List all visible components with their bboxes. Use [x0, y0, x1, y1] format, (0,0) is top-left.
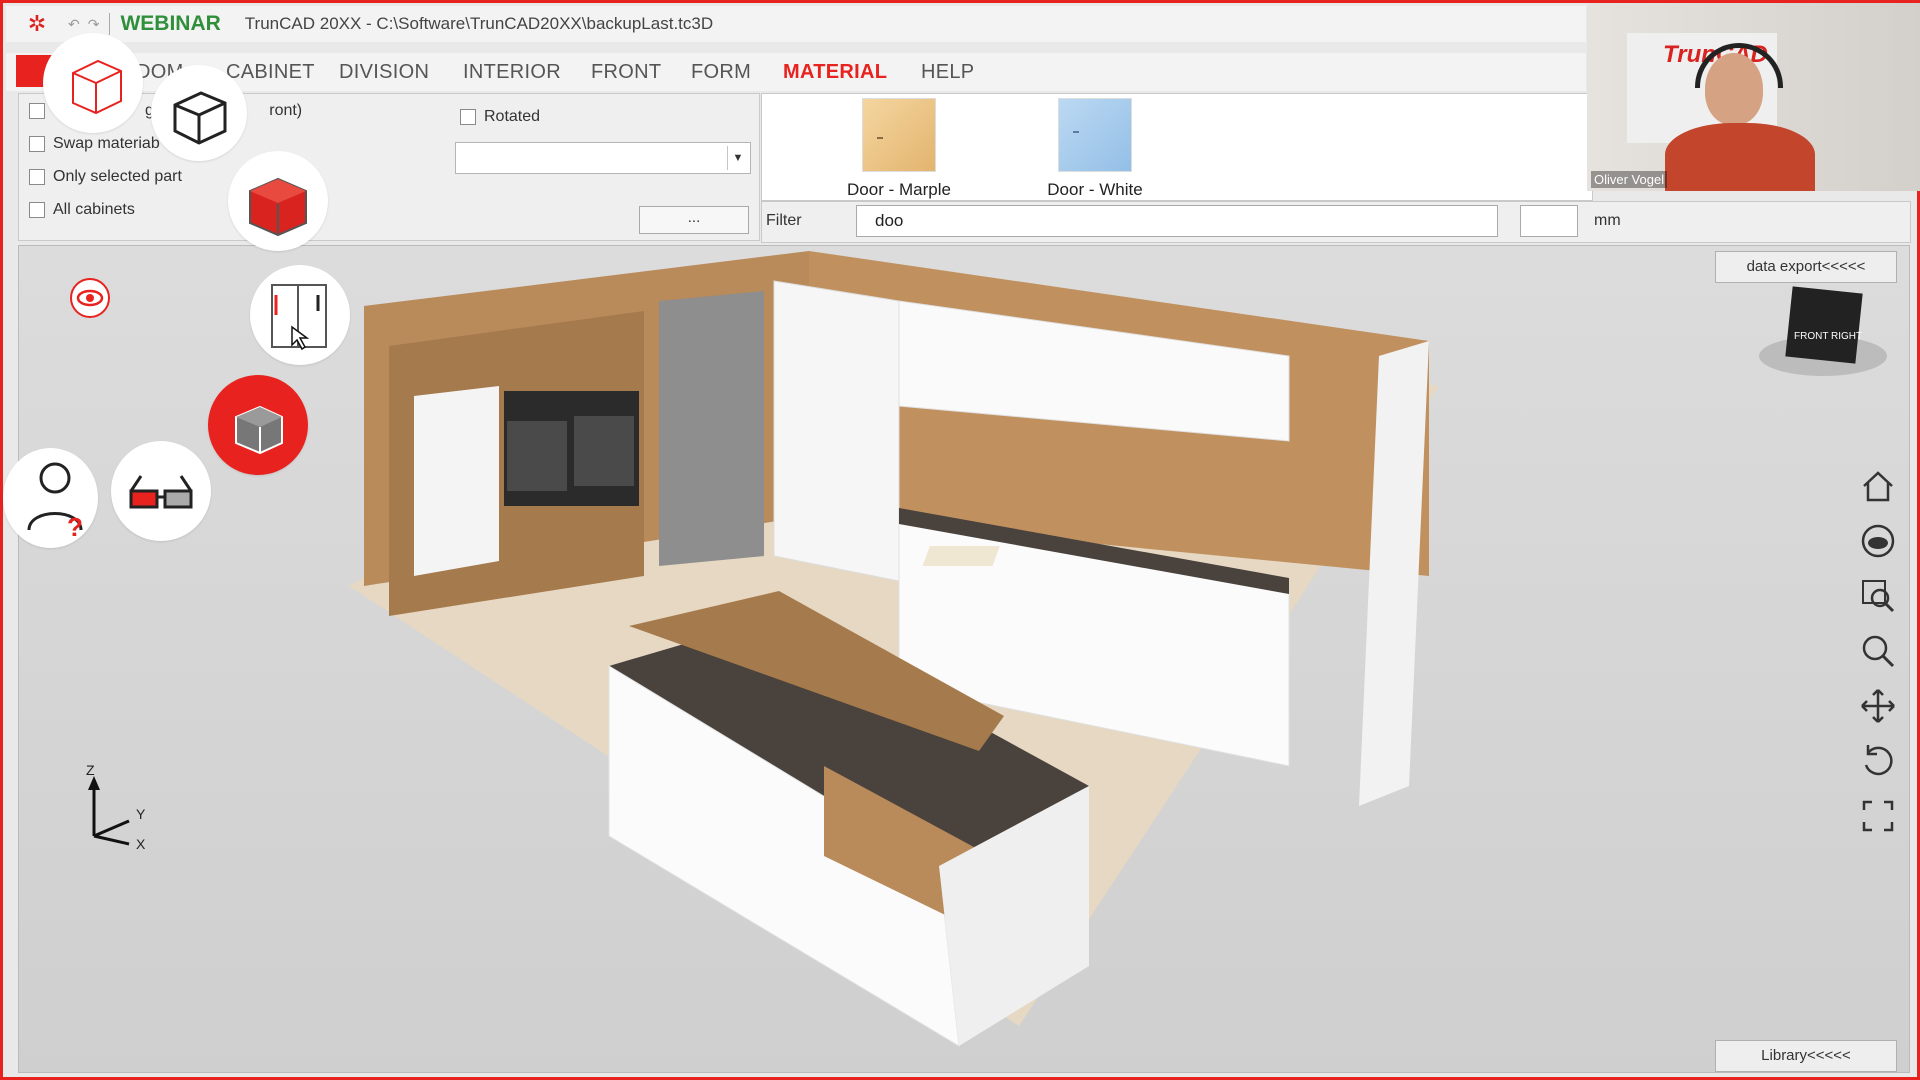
door-handle-icon [1073, 131, 1079, 133]
door-white-swatch [1058, 98, 1132, 172]
rotated-checkbox[interactable] [460, 109, 476, 125]
presenter-shirt [1665, 123, 1815, 191]
option-label-1-suffix: ront) [269, 102, 303, 119]
filter-bar: Filter doo mm [761, 201, 1911, 243]
user-help-icon[interactable]: ? [3, 448, 98, 548]
door-handle-icon [877, 137, 883, 139]
app-window: ✲ ↶ ↷ WEBINAR TrunCAD 20XX - C:\Software… [0, 0, 1920, 1080]
rotated-label: Rotated [484, 108, 541, 125]
cube-wireframe-icon[interactable] [151, 65, 247, 161]
title-separator [109, 13, 111, 35]
view-cube-right-label: RIGHT [1831, 331, 1863, 342]
orbit-icon[interactable] [1856, 521, 1900, 565]
undo-icon[interactable]: ↶ [68, 16, 80, 33]
view-cube[interactable]: FRONT RIGHT [1759, 286, 1889, 386]
library-button[interactable]: Library<<<<< [1715, 1040, 1897, 1072]
material-item-door-white[interactable]: Door - White [1020, 98, 1170, 200]
material-label: Door - Marple [847, 180, 951, 199]
cabinet-wireframe-red-icon[interactable] [43, 33, 143, 133]
dimension-input[interactable] [1520, 205, 1578, 237]
oven-door-right [574, 416, 634, 486]
title-bar: ✲ ↶ ↷ WEBINAR TrunCAD 20XX - C:\Software… [6, 6, 1586, 42]
unit-label: mm [1594, 212, 1621, 229]
tab-front[interactable]: FRONT [591, 61, 661, 84]
3d-glasses-icon[interactable] [111, 441, 211, 541]
3d-viewport[interactable]: data export<<<<< Library<<<<< FRONT RIGH… [18, 245, 1910, 1073]
option-row-selected[interactable]: Only selected part [29, 168, 182, 186]
tab-material[interactable]: MATERIAL [783, 61, 887, 84]
swap-material-checkbox[interactable] [29, 136, 45, 152]
window-title: TrunCAD 20XX - C:\Software\TrunCAD20XX\b… [244, 14, 714, 33]
sink [922, 546, 1000, 566]
material-label: Door - White [1047, 180, 1143, 199]
pan-icon[interactable] [1856, 686, 1900, 730]
svg-text:?: ? [67, 512, 83, 542]
all-cabinets-checkbox[interactable] [29, 202, 45, 218]
tab-form[interactable]: FORM [691, 61, 751, 84]
chevron-down-icon[interactable]: ▼ [727, 146, 748, 170]
tab-division[interactable]: DIVISION [339, 61, 429, 84]
undo-view-icon[interactable] [1856, 741, 1900, 785]
home-icon[interactable] [1856, 466, 1900, 510]
filter-input[interactable]: doo [856, 205, 1498, 237]
solid-cube-red-icon[interactable] [228, 151, 328, 251]
material-gallery: Door - Marple Door - White [761, 93, 1593, 201]
niche-cabinet [414, 386, 499, 576]
explode-cube-icon[interactable] [208, 375, 308, 475]
tab-help[interactable]: HELP [921, 61, 974, 84]
view-cube-front-label: FRONT [1794, 331, 1829, 342]
material-item-door-marple[interactable]: Door - Marple [824, 98, 974, 200]
only-selected-part-label: Only selected part [53, 168, 182, 185]
redo-icon[interactable]: ↷ [88, 16, 100, 33]
oven-door-left [507, 421, 567, 491]
axis-z-label: Z [86, 762, 95, 778]
all-cabinets-label: All cabinets [53, 201, 135, 218]
webcam-name: Oliver Vogel [1591, 171, 1668, 188]
rotated-row[interactable]: Rotated [460, 108, 540, 126]
axis-y-label: Y [136, 806, 146, 822]
zoom-icon[interactable] [1856, 631, 1900, 675]
axis-indicator: Z Y X [74, 762, 164, 856]
axis-x-label: X [136, 836, 146, 852]
door-marple-swatch [862, 98, 936, 172]
webcam-overlay: TrunCAD Oliver Vogel [1587, 3, 1920, 191]
option-row-all[interactable]: All cabinets [29, 201, 135, 219]
doorway [659, 291, 764, 566]
tall-white-cabinets [773, 280, 900, 582]
zoom-window-icon[interactable] [1856, 576, 1900, 620]
tab-interior[interactable]: INTERIOR [463, 61, 561, 84]
filter-label: Filter [766, 212, 802, 229]
fullscreen-icon[interactable] [1856, 796, 1900, 840]
swap-material-label: Swap materiab [53, 135, 160, 152]
material-select[interactable]: ▼ [455, 142, 751, 174]
data-export-button[interactable]: data export<<<<< [1715, 251, 1897, 283]
option-row-swap[interactable]: Swap materiab [29, 135, 160, 153]
quick-access-toolbar: ↶ ↷ [68, 16, 99, 33]
only-selected-part-checkbox[interactable] [29, 169, 45, 185]
browse-button[interactable]: ... [639, 206, 749, 234]
kitchen-3d-scene[interactable] [19, 246, 1909, 1072]
cabinet-door-icon[interactable] [250, 265, 350, 365]
visibility-eye-icon[interactable] [67, 275, 113, 321]
view-cube-box[interactable] [1785, 286, 1863, 364]
